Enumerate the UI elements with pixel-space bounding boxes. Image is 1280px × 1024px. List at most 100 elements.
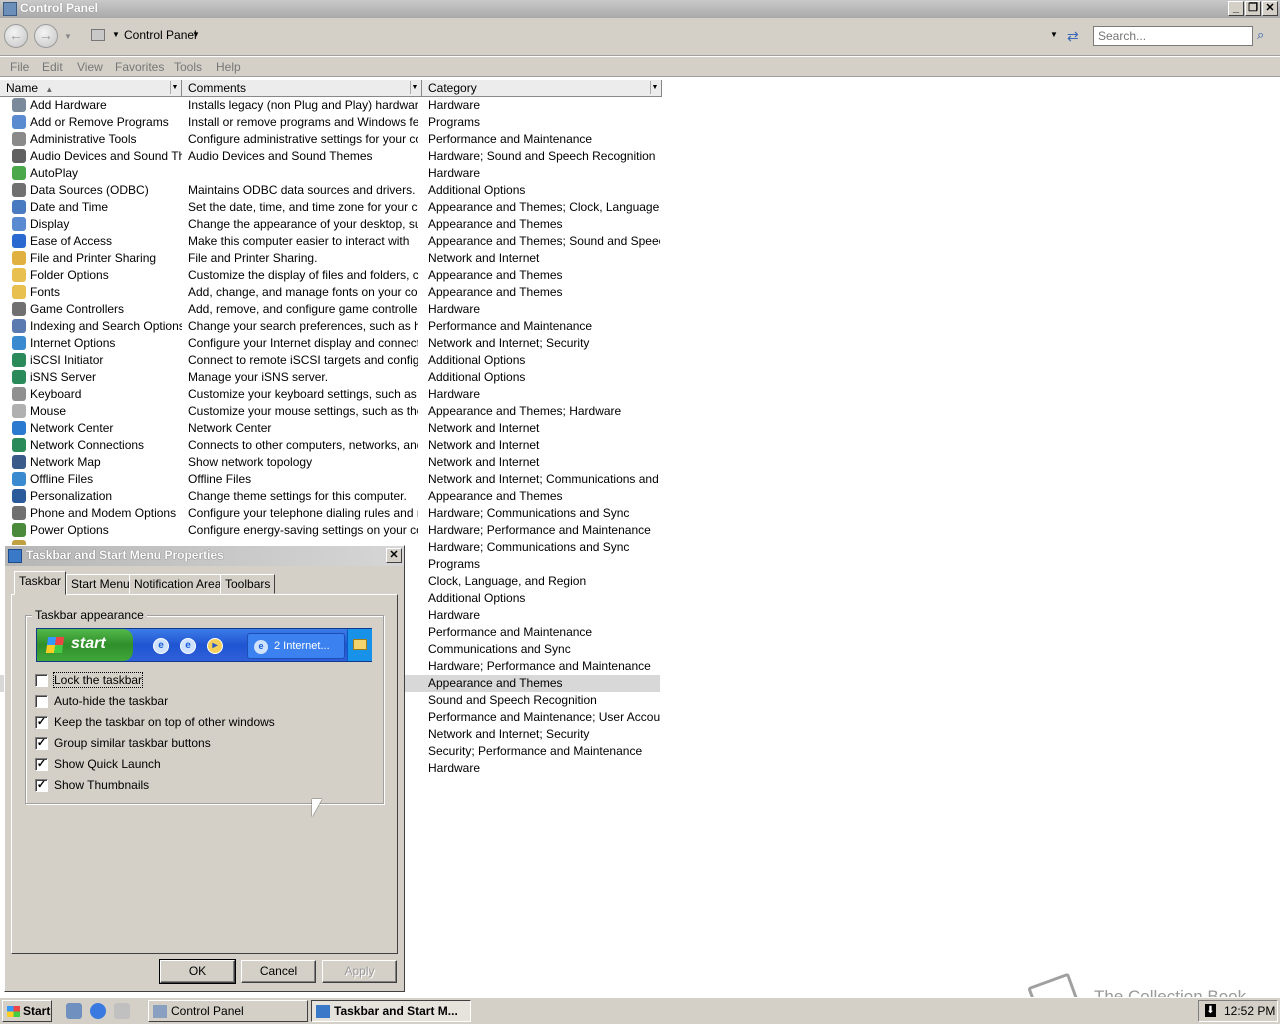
dialog-title-bar[interactable]: Taskbar and Start Menu Properties ✕ [5, 546, 404, 566]
list-item[interactable]: Administrative Tools Configure administra… [0, 131, 660, 148]
taskbar: Start Control Panel Taskbar and Start M.… [0, 997, 1280, 1024]
forward-button[interactable]: → [34, 24, 58, 48]
list-item[interactable]: Game Controllers Add, remove, and configu… [0, 301, 660, 318]
menu-tools[interactable]: Tools [174, 60, 202, 74]
list-item[interactable]: Network Map Show network topology Network … [0, 454, 660, 471]
list-item[interactable]: Add Hardware Installs legacy (non Plug an… [0, 97, 660, 114]
checkbox[interactable] [35, 695, 48, 708]
checkbox-label[interactable]: Show Quick Launch [54, 757, 161, 771]
clock[interactable]: 12:52 PM [1224, 1004, 1275, 1018]
show-desktop-icon[interactable] [66, 1003, 82, 1019]
menu-file[interactable]: File [10, 60, 29, 74]
item-icon [12, 200, 26, 214]
cancel-button[interactable]: Cancel [241, 960, 316, 983]
checkbox[interactable]: ✓ [35, 716, 48, 729]
item-comment: Configure your telephone dialing rules a… [188, 506, 418, 520]
item-comment: Set the date, time, and time zone for yo… [188, 200, 418, 214]
item-comment: Make this computer easier to interact wi… [188, 234, 410, 248]
list-item[interactable]: Add or Remove Programs Install or remove … [0, 114, 660, 131]
list-item[interactable]: Date and Time Set the date, time, and tim… [0, 199, 660, 216]
list-item[interactable]: Network Connections Connects to other com… [0, 437, 660, 454]
list-item[interactable]: Display Change the appearance of your des… [0, 216, 660, 233]
download-icon[interactable]: ⬇ [1205, 1004, 1216, 1017]
chevron-down-icon[interactable]: ▼ [112, 30, 120, 39]
minimize-button[interactable]: _ [1228, 1, 1244, 16]
item-category: Network and Internet [428, 455, 540, 469]
column-filter-dropdown[interactable]: ▼ [650, 81, 659, 94]
restore-button[interactable]: ❐ [1245, 1, 1261, 16]
search-icon[interactable]: ⌕ [1257, 27, 1273, 45]
item-icon [12, 132, 26, 146]
list-item[interactable]: File and Printer Sharing File and Printer… [0, 250, 660, 267]
item-comment: Connects to other computers, networks, a… [188, 438, 418, 452]
tab-notification-area[interactable]: Notification Area [129, 574, 227, 594]
taskbar-item-control-panel[interactable]: Control Panel [148, 1000, 308, 1022]
checkbox-label[interactable]: Group similar taskbar buttons [54, 736, 211, 750]
taskbar-item-taskbar-properties[interactable]: Taskbar and Start M... [311, 1000, 471, 1022]
switch-windows-icon[interactable] [114, 1003, 130, 1019]
menu-favorites[interactable]: Favorites [115, 60, 164, 74]
list-item[interactable]: Audio Devices and Sound Th... Audio Devic… [0, 148, 660, 165]
list-item[interactable]: Keyboard Customize your keyboard settings… [0, 386, 660, 403]
menu-help[interactable]: Help [216, 60, 241, 74]
list-item[interactable]: Ease of Access Make this computer easier … [0, 233, 660, 250]
item-category: Network and Internet [428, 438, 540, 452]
tab-toolbars[interactable]: Toolbars [220, 574, 276, 594]
column-header-comments[interactable]: Comments ▼ [182, 80, 422, 97]
list-item[interactable]: Folder Options Customize the display of f… [0, 267, 660, 284]
list-item[interactable]: Fonts Add, change, and manage fonts on yo… [0, 284, 660, 301]
column-filter-dropdown[interactable]: ▼ [410, 81, 419, 94]
search-input[interactable] [1093, 26, 1253, 46]
menu-view[interactable]: View [77, 60, 103, 74]
column-header-category[interactable]: Category ▼ [422, 80, 662, 97]
list-item[interactable]: Data Sources (ODBC) Maintains ODBC data s… [0, 182, 660, 199]
list-item[interactable]: Mouse Customize your mouse settings, such… [0, 403, 660, 420]
column-header-name[interactable]: Name ▲ ▼ [0, 80, 182, 97]
item-category: Hardware [428, 387, 481, 401]
item-category: Hardware; Performance and Maintenance [428, 659, 651, 673]
column-filter-dropdown[interactable]: ▼ [170, 81, 179, 94]
tab-taskbar[interactable]: Taskbar [14, 571, 67, 595]
checkbox[interactable] [35, 674, 48, 687]
list-item[interactable]: Phone and Modem Options Configure your te… [0, 505, 660, 522]
checkbox-label[interactable]: Auto-hide the taskbar [54, 694, 168, 708]
checkbox-label[interactable]: Lock the taskbar [52, 672, 144, 688]
group-label: Taskbar appearance [32, 608, 147, 622]
list-item[interactable]: Power Options Configure energy-saving set… [0, 522, 660, 539]
refresh-icon[interactable]: ⇄ [1067, 28, 1079, 45]
checkbox-label[interactable]: Show Thumbnails [54, 778, 149, 792]
close-button[interactable]: ✕ [1262, 1, 1278, 16]
checkbox[interactable]: ✓ [35, 737, 48, 750]
menu-edit[interactable]: Edit [42, 60, 63, 74]
internet-explorer-icon: e [254, 640, 268, 654]
start-button[interactable]: Start [2, 1000, 52, 1022]
list-item[interactable]: Indexing and Search Options Change your s… [0, 318, 660, 335]
item-icon [12, 234, 26, 248]
item-comment: Change the appearance of your desktop, s… [188, 217, 418, 231]
recent-pages-dropdown-icon[interactable]: ▼ [64, 32, 72, 41]
breadcrumb-control-panel[interactable]: Control Panel [124, 28, 197, 42]
list-item[interactable]: Network Center Network Center Network and … [0, 420, 660, 437]
apply-button[interactable]: Apply [322, 960, 397, 983]
list-item[interactable]: AutoPlay Hardware [0, 165, 660, 182]
preview-start-button: start [37, 629, 133, 661]
ok-button[interactable]: OK [159, 959, 236, 984]
internet-explorer-icon[interactable] [90, 1003, 106, 1019]
item-name: Date and Time [30, 200, 109, 214]
tab-start-menu[interactable]: Start Menu [66, 574, 135, 594]
checkbox[interactable]: ✓ [35, 758, 48, 771]
address-dropdown-icon[interactable]: ▼ [1050, 30, 1058, 39]
list-item[interactable]: Internet Options Configure your Internet … [0, 335, 660, 352]
list-item[interactable]: Offline Files Offline Files Network and In… [0, 471, 660, 488]
list-item[interactable]: iSCSI Initiator Connect to remote iSCSI t… [0, 352, 660, 369]
taskbar-preview-image: start e e ▸ e 2 Internet... [36, 628, 372, 662]
back-button[interactable]: ← [4, 24, 28, 48]
breadcrumb[interactable]: ▼ Control Panel ▼ ▼ [88, 26, 1058, 46]
dialog-close-button[interactable]: ✕ [386, 548, 402, 563]
checkbox[interactable]: ✓ [35, 779, 48, 792]
checkbox-label[interactable]: Keep the taskbar on top of other windows [54, 715, 275, 729]
list-item[interactable]: Personalization Change theme settings for… [0, 488, 660, 505]
list-item[interactable]: iSNS Server Manage your iSNS server. Addit… [0, 369, 660, 386]
item-name: Data Sources (ODBC) [30, 183, 149, 197]
chevron-down-icon[interactable]: ▼ [192, 30, 200, 39]
